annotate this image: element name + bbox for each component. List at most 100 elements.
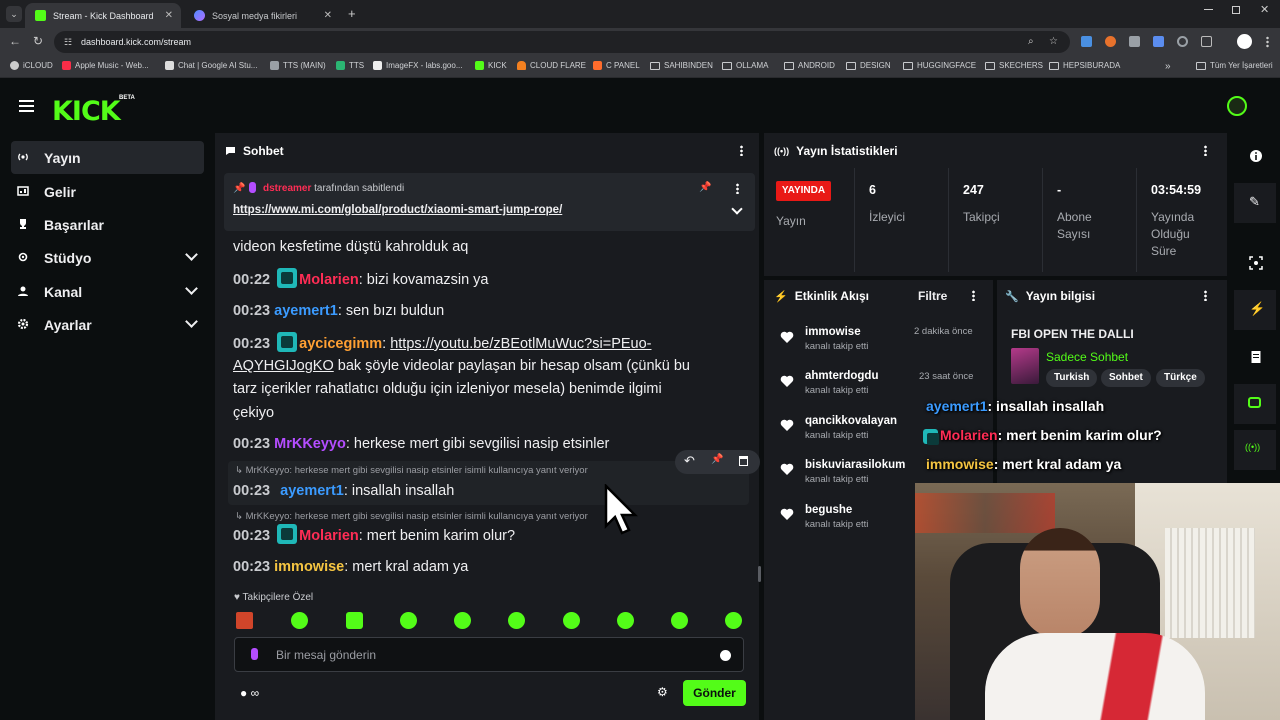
tag-turkish[interactable]: Turkish xyxy=(1046,369,1098,387)
rail-item-stats[interactable]: ((•)) xyxy=(1234,430,1276,470)
new-tab-icon[interactable]: + xyxy=(348,6,356,21)
browser-tab-social[interactable]: Sosyal medya fikirleri ✕ xyxy=(184,3,340,28)
pinned-username[interactable]: dstreamer xyxy=(263,183,311,194)
extension-icon[interactable] xyxy=(1153,36,1164,47)
tab-close-icon[interactable]: ✕ xyxy=(165,10,173,21)
hamburger-menu-icon[interactable] xyxy=(19,100,34,112)
sidebar-item-studyo[interactable]: Stüdyo xyxy=(11,241,204,274)
emote-icon[interactable] xyxy=(454,612,471,629)
chat-username[interactable]: MrKKeyyo xyxy=(274,436,346,452)
bookmark-item[interactable]: TTS (MAIN) xyxy=(270,61,326,70)
sidebar-item-basarilar[interactable]: Başarılar xyxy=(11,208,204,241)
rail-item-chat[interactable] xyxy=(1234,384,1276,424)
emote-icon[interactable] xyxy=(508,612,525,629)
chat-settings-icon[interactable]: ⚙ xyxy=(657,685,668,699)
emote-icon[interactable] xyxy=(236,612,253,629)
bookmark-folder[interactable]: ANDROID xyxy=(784,61,835,70)
activity-item[interactable]: qancikkovalayan kanalı takip etti xyxy=(805,415,897,441)
bookmark-folder[interactable]: HUGGINGFACE xyxy=(903,61,976,70)
activity-menu-icon[interactable] xyxy=(972,290,975,301)
chevron-down-icon[interactable] xyxy=(185,282,198,295)
extension-icon[interactable] xyxy=(1129,36,1140,47)
chat-username[interactable]: Molarien xyxy=(299,528,359,544)
bookmark-folder[interactable]: OLLAMA xyxy=(722,61,768,70)
extension-icon[interactable] xyxy=(1177,36,1188,47)
tag-turkce[interactable]: Türkçe xyxy=(1156,369,1205,387)
chat-link[interactable]: AQYHGIJogKO xyxy=(233,358,334,374)
bookmark-folder[interactable]: SKECHERS xyxy=(985,61,1043,70)
activity-item[interactable]: ahmterdogdu kanalı takip etti xyxy=(805,370,878,396)
chat-scrollbar[interactable] xyxy=(758,566,761,582)
bookmark-folder[interactable]: HEPSIBURADA xyxy=(1049,61,1120,70)
emote-icon[interactable] xyxy=(346,612,363,629)
chat-menu-icon[interactable] xyxy=(740,145,743,156)
info-icon[interactable] xyxy=(1249,149,1263,163)
rail-item-edit[interactable]: ✎ xyxy=(1234,183,1276,223)
minimize-icon[interactable] xyxy=(1204,9,1213,10)
bookmark-item[interactable]: Chat | Google AI Stu... xyxy=(165,61,257,70)
user-avatar[interactable] xyxy=(1227,96,1247,116)
emote-icon[interactable] xyxy=(563,612,580,629)
bookmark-item[interactable]: KICK xyxy=(475,61,507,70)
bookmark-item[interactable]: TTS xyxy=(336,61,364,70)
activity-item[interactable]: biskuviarasilokum kanalı takip etti xyxy=(805,459,905,485)
emote-icon[interactable] xyxy=(671,612,688,629)
bookmarks-overflow-icon[interactable]: » xyxy=(1165,61,1171,72)
all-bookmarks[interactable]: Tüm Yer İşaretleri xyxy=(1196,61,1273,70)
chevron-down-icon[interactable] xyxy=(185,248,198,261)
close-window-icon[interactable]: ✕ xyxy=(1260,3,1269,16)
info-menu-icon[interactable] xyxy=(1204,290,1207,301)
chat-username[interactable]: ayemert1 xyxy=(274,303,338,319)
pinned-menu-icon[interactable] xyxy=(736,183,739,194)
emote-icon[interactable] xyxy=(725,612,742,629)
activity-item[interactable]: begushe kanalı takip etti xyxy=(805,504,868,530)
url-field[interactable]: ☷ dashboard.kick.com/stream ⌕ ☆ xyxy=(54,31,1070,53)
category-thumbnail[interactable] xyxy=(1011,348,1039,384)
reply-icon[interactable]: ↶ xyxy=(684,453,695,469)
bookmark-star-icon[interactable]: ☆ xyxy=(1049,31,1058,53)
bookmark-item[interactable]: iCLOUD xyxy=(10,61,53,70)
kick-logo[interactable]: KICK xyxy=(52,96,121,127)
zoom-icon[interactable]: ⌕ xyxy=(1028,31,1034,53)
bookmark-folder[interactable]: SAHIBINDEN xyxy=(650,61,713,70)
tab-close-icon[interactable]: ✕ xyxy=(324,10,332,21)
filter-button[interactable]: Filtre xyxy=(918,289,947,303)
emote-icon[interactable] xyxy=(400,612,417,629)
pin-message-icon[interactable]: 📌 xyxy=(711,454,723,465)
unpin-icon[interactable]: 📌 xyxy=(699,182,711,193)
restore-icon[interactable] xyxy=(1232,6,1240,14)
emoji-picker-icon[interactable] xyxy=(720,650,731,661)
emote-icon[interactable] xyxy=(291,612,308,629)
chat-link[interactable]: https://youtu.be/zBEotlMuWuc?si=PEuo- xyxy=(390,336,651,352)
browser-menu-icon[interactable] xyxy=(1266,36,1269,48)
bookmark-item[interactable]: CLOUD FLARE xyxy=(517,61,586,70)
delete-icon[interactable] xyxy=(739,456,748,466)
bookmark-item[interactable]: ImageFX - labs.goo... xyxy=(373,61,462,70)
sidebar-item-ayarlar[interactable]: Ayarlar xyxy=(11,308,204,341)
bookmark-item[interactable]: Apple Music - Web... xyxy=(62,61,149,70)
bookmark-item[interactable]: C PANEL xyxy=(593,61,640,70)
send-button[interactable]: Gönder xyxy=(683,680,746,706)
extension-icon[interactable] xyxy=(1105,36,1116,47)
chat-username[interactable]: aycicegimm xyxy=(299,336,382,352)
rail-item-activity[interactable]: ⚡ xyxy=(1234,290,1276,330)
extension-icon[interactable] xyxy=(1081,36,1092,47)
chat-username[interactable]: ayemert1 xyxy=(280,483,344,499)
expand-chevron-icon[interactable] xyxy=(731,203,743,215)
reload-icon[interactable]: ↻ xyxy=(33,34,43,48)
sidebar-item-gelir[interactable]: Gelir xyxy=(11,175,204,208)
back-icon[interactable]: ← xyxy=(9,34,21,48)
bookmark-folder[interactable]: DESIGN xyxy=(846,61,891,70)
profile-avatar-icon[interactable] xyxy=(1237,34,1252,49)
stats-menu-icon[interactable] xyxy=(1204,145,1207,156)
activity-item[interactable]: immowise kanalı takip etti xyxy=(805,326,868,352)
chat-username[interactable]: immowise xyxy=(274,559,344,575)
chat-username[interactable]: Molarien xyxy=(299,272,359,288)
emote-icon[interactable] xyxy=(617,612,634,629)
sidebar-item-kanal[interactable]: Kanal xyxy=(11,275,204,308)
extensions-puzzle-icon[interactable] xyxy=(1201,36,1212,47)
document-icon[interactable] xyxy=(1249,350,1263,364)
points-icon[interactable]: ● ∞ xyxy=(240,686,259,700)
tag-sohbet[interactable]: Sohbet xyxy=(1101,369,1151,387)
browser-tab-kick[interactable]: Stream - Kick Dashboard ✕ xyxy=(25,3,181,28)
